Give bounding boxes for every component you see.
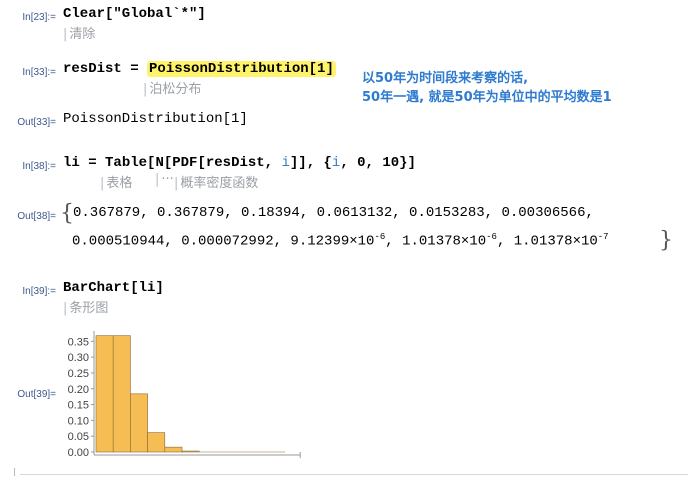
cell-bracket-tick [14,468,15,476]
bar-chart: 0.00 0.05 0.10 0.15 0.20 0.25 0.30 0.35 [68,331,301,459]
hint-barchart: | 条形图 [63,301,109,316]
out-label-38: Out[38]= [17,211,56,222]
in-label-33: In[33]:= [22,67,56,78]
bar [130,393,148,453]
y-tick-label: 0.35 [68,336,89,348]
bar [164,446,183,453]
y-tick-label: 0.00 [68,447,89,459]
y-tick-label: 0.05 [68,431,89,443]
out-label-39: Out[39]= [17,389,56,400]
input-barchart[interactable]: BarChart[li] [63,280,164,296]
out-label-33: Out[33]= [17,117,56,128]
y-tick-label: 0.10 [68,415,89,427]
y-tick-label: 0.20 [68,384,89,396]
output-poisson: PoissonDistribution[1] [63,111,248,127]
annotation-line2: 50年一遇, 就是50年为单位中的平均数是1 [362,90,612,105]
open-brace: { [60,201,74,226]
bar [112,335,131,453]
hint-table: | 表格 [100,176,133,191]
input-resdist[interactable]: resDist = PoissonDistribution[1] [63,61,336,77]
input-table[interactable]: li = Table[N[PDF[resDist, i]], {i, 0, 10… [63,155,416,171]
highlight-poisson: PoissonDistribution[1] [147,61,336,77]
input-clear[interactable]: Clear["Global`*"] [63,6,206,22]
bar [95,335,114,453]
y-tick-label: 0.30 [68,352,89,364]
hint-clear: | 清除 [63,27,96,42]
output-list-line1: 0.367879, 0.367879, 0.18394, 0.0613132, … [73,205,594,221]
cell-insertion-line [20,474,688,475]
bar [181,450,200,453]
in-label-38: In[38]:= [22,161,56,172]
close-brace: } [659,228,673,253]
bar [147,432,166,453]
annotation-line1: 以50年为时间段来考察的话, [362,71,529,86]
in-label-23: In[23]:= [22,12,56,23]
hint-dots: | ··· [155,172,174,187]
y-tick-label: 0.25 [68,368,89,380]
output-list-line2: 0.000510944, 0.000072992, 9.12399×10-6, … [72,232,609,250]
hint-pdf: | 概率密度函数 [174,176,259,191]
in-label-39: In[39]:= [22,286,56,297]
y-tick-label: 0.15 [68,400,89,412]
hint-poisson: | 泊松分布 [143,82,202,97]
